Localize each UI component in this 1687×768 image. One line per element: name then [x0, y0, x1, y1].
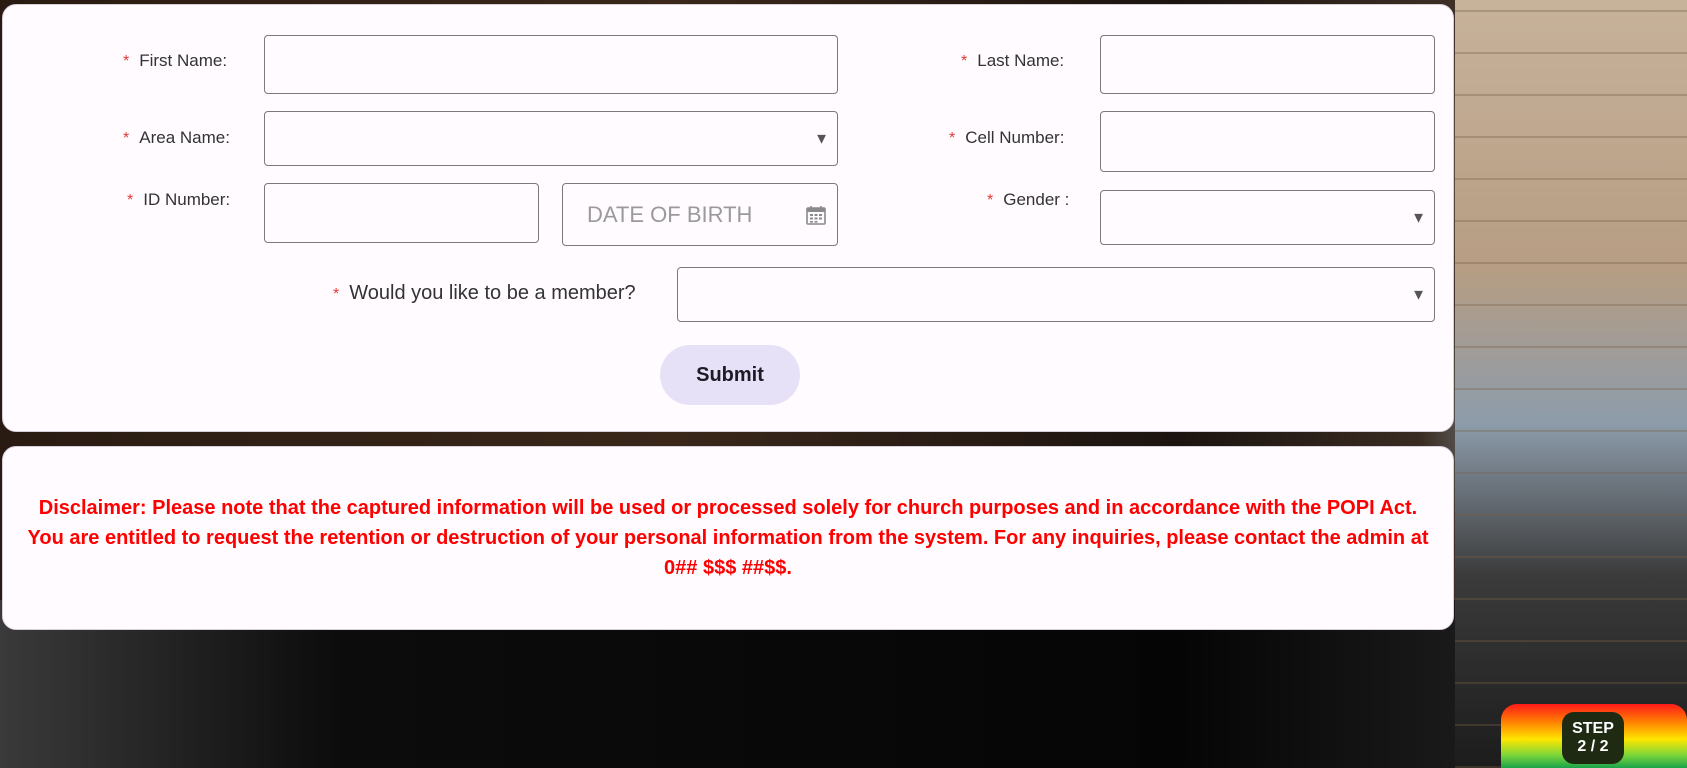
last-name-field[interactable] [1100, 35, 1435, 94]
background-right [1455, 0, 1687, 768]
date-of-birth-input[interactable] [563, 184, 837, 245]
disclaimer-card: Disclaimer: Please note that the capture… [2, 446, 1454, 630]
first-name-label: * First Name: [123, 51, 228, 70]
id-number-field[interactable] [264, 183, 539, 243]
area-name-select[interactable]: ▼ [264, 111, 838, 166]
id-number-label: * ID Number: [127, 190, 231, 209]
first-name-input[interactable] [265, 36, 837, 93]
required-marker: * [127, 192, 134, 209]
gender-label: * Gender : [987, 190, 1070, 209]
required-marker: * [987, 192, 994, 209]
step-progress: 2 / 2 [1577, 738, 1609, 755]
member-select[interactable]: ▼ [677, 267, 1435, 322]
last-name-label: * Last Name: [961, 51, 1065, 70]
required-marker: * [961, 53, 968, 70]
required-marker: * [949, 130, 956, 147]
first-name-field[interactable] [264, 35, 838, 94]
registration-form: * First Name: * Last Name: * Area Name: ▼ *… [2, 4, 1454, 432]
required-marker: * [123, 130, 130, 147]
cell-number-field[interactable] [1100, 111, 1435, 172]
id-number-input[interactable] [265, 184, 538, 242]
area-name-label: * Area Name: [123, 128, 230, 147]
required-marker: * [333, 286, 340, 303]
date-of-birth-field[interactable] [562, 183, 838, 246]
disclaimer-text: Disclaimer: Please note that the capture… [27, 497, 1429, 579]
step-title: STEP [1572, 720, 1614, 737]
submit-button[interactable]: Submit [660, 345, 800, 405]
cell-number-input[interactable] [1101, 112, 1434, 171]
last-name-input[interactable] [1101, 36, 1434, 93]
chevron-down-icon: ▼ [1411, 209, 1426, 226]
cell-number-label: * Cell Number: [949, 128, 1065, 147]
member-label: * Would you like to be a member? [333, 282, 636, 304]
step-badge: STEP 2 / 2 [1562, 712, 1624, 764]
step-indicator: STEP 2 / 2 [1501, 704, 1687, 768]
gender-select[interactable]: ▼ [1100, 190, 1435, 245]
chevron-down-icon: ▼ [1411, 286, 1426, 303]
required-marker: * [123, 53, 130, 70]
calendar-icon [806, 205, 826, 225]
chevron-down-icon: ▼ [814, 130, 829, 147]
